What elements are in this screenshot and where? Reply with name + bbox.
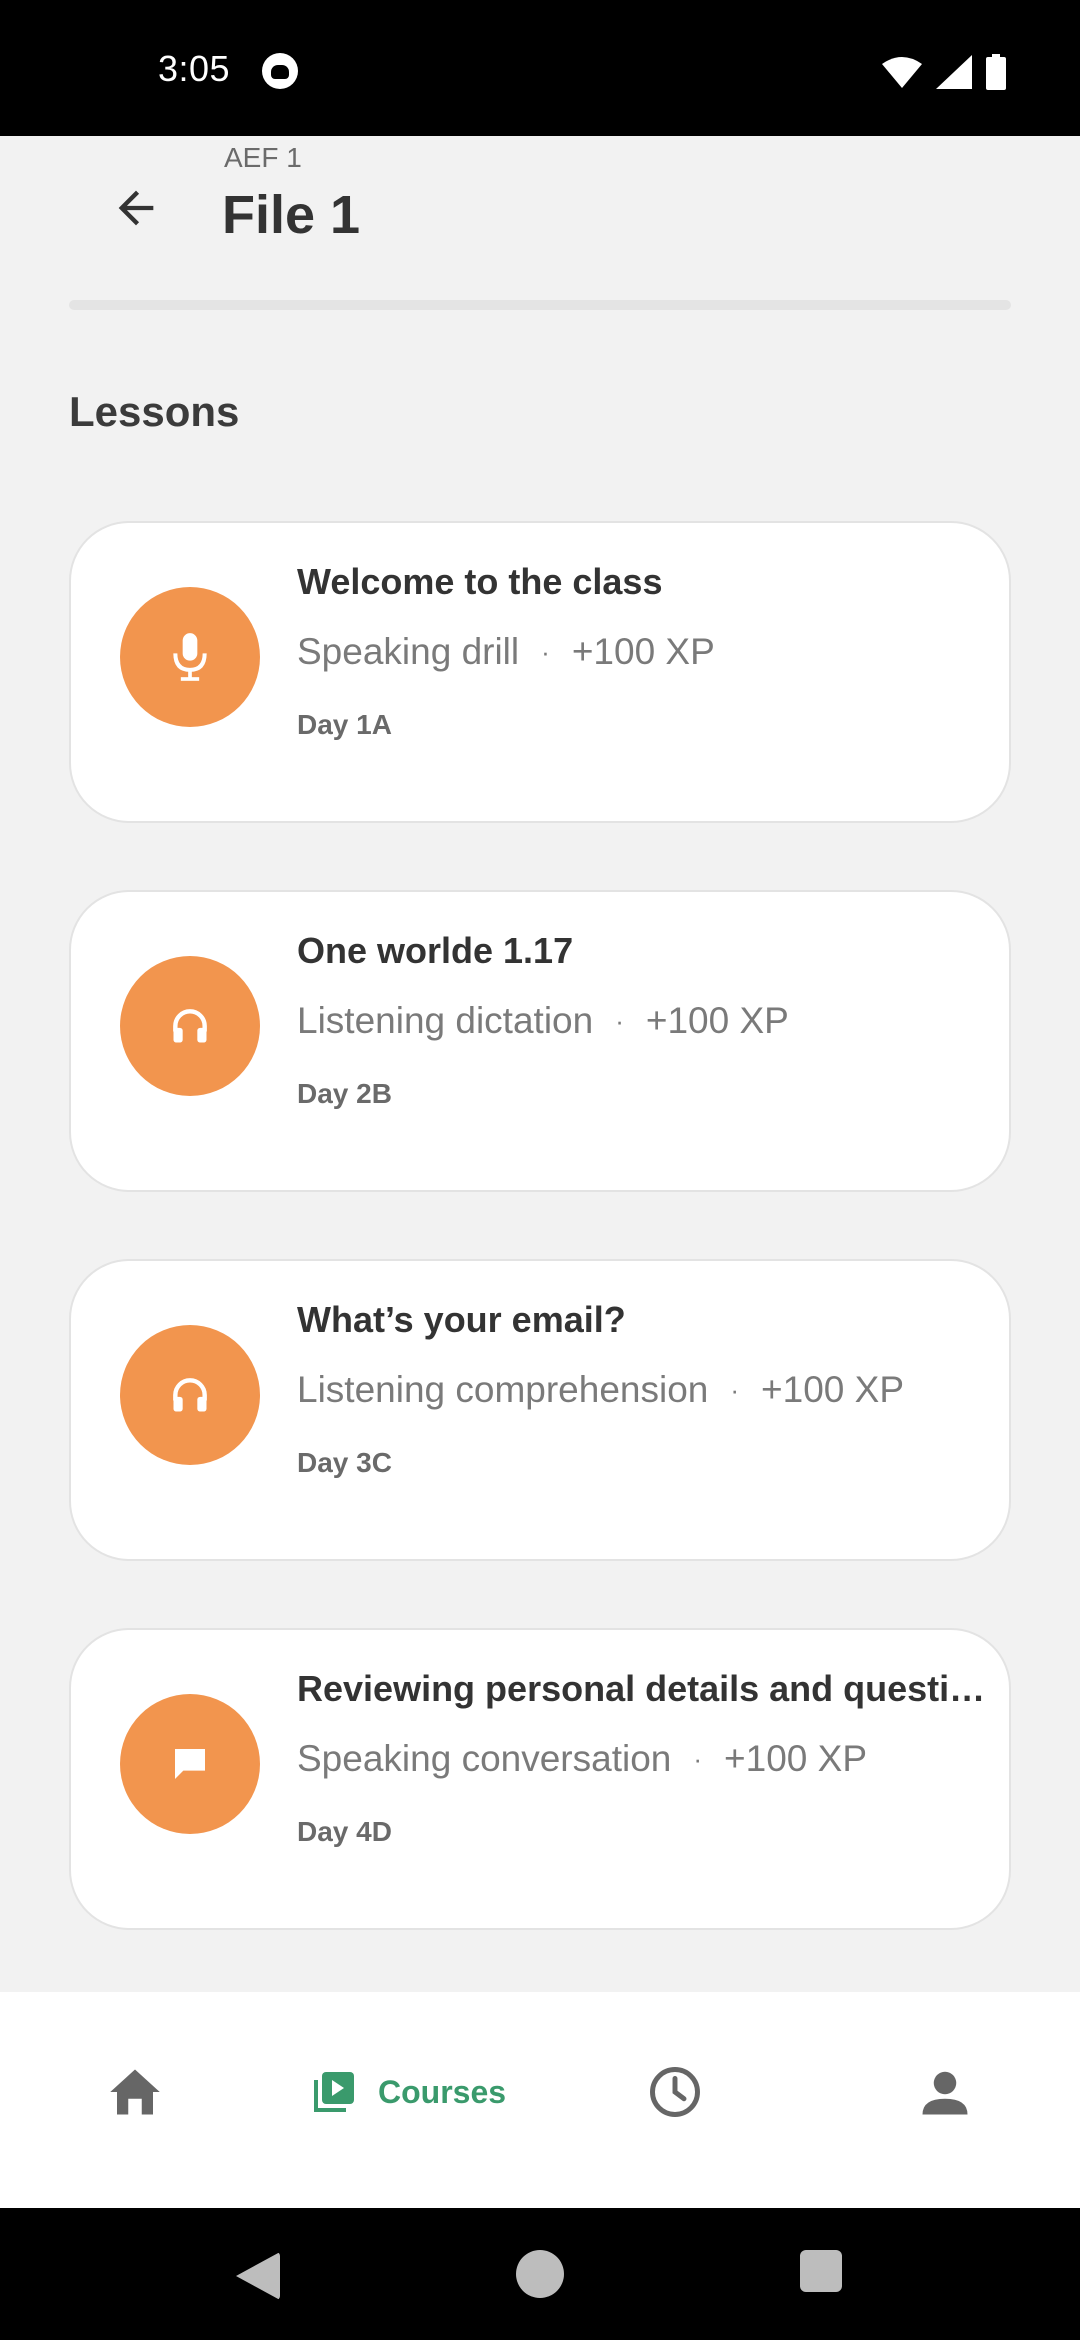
meta-separator: ·	[693, 1743, 703, 1774]
wifi-icon	[882, 57, 922, 88]
nav-history[interactable]	[648, 2062, 702, 2122]
lesson-meta: Speaking drill · +100 XP	[297, 631, 715, 673]
lesson-type: Speaking conversation	[297, 1738, 672, 1779]
bottom-navigation: Courses	[0, 1992, 1080, 2208]
battery-icon	[986, 54, 1006, 90]
lesson-title: What’s your email?	[297, 1299, 626, 1340]
system-navigation-bar	[0, 2208, 1080, 2340]
nav-profile[interactable]	[918, 2062, 972, 2122]
lesson-title: One worlde 1.17	[297, 930, 574, 971]
lesson-icon-badge	[120, 587, 260, 727]
lesson-title: Reviewing personal details and questions	[297, 1668, 987, 1709]
status-bar: 3:05	[0, 0, 1080, 136]
chat-bubble-icon	[175, 1749, 205, 1779]
clock-icon	[650, 2067, 700, 2117]
nav-home[interactable]	[108, 2062, 162, 2122]
lesson-meta: Speaking conversation · +100 XP	[297, 1738, 867, 1780]
header: AEF 1 File 1	[0, 136, 1080, 316]
lesson-xp: +100 XP	[571, 631, 715, 672]
lesson-icon-badge	[120, 1694, 260, 1834]
lesson-meta: Listening dictation · +100 XP	[297, 1000, 789, 1042]
progress-divider	[69, 300, 1011, 310]
lesson-icon-badge	[120, 956, 260, 1096]
lessons-heading: Lessons	[69, 388, 240, 435]
lesson-type: Speaking drill	[297, 631, 520, 672]
meta-separator: ·	[730, 1374, 740, 1405]
lesson-xp: +100 XP	[761, 1369, 905, 1410]
lesson-day: Day 2B	[297, 1078, 392, 1109]
lesson-card[interactable]: One worlde 1.17 Listening dictation · +1…	[69, 890, 1011, 1192]
meta-separator: ·	[615, 1005, 624, 1036]
nav-courses-label: Courses	[378, 2073, 507, 2110]
lesson-xp: +100 XP	[724, 1738, 868, 1779]
page-title: File 1	[222, 185, 361, 245]
courses-icon	[314, 2072, 354, 2112]
status-icons	[882, 54, 1006, 90]
system-recents-icon[interactable]	[800, 2250, 842, 2292]
lesson-day: Day 3C	[297, 1447, 392, 1478]
lesson-day: Day 4D	[297, 1816, 392, 1847]
lesson-card[interactable]: Reviewing personal details and questions…	[69, 1628, 1011, 1930]
meta-separator: ·	[541, 636, 550, 667]
microphone-icon	[173, 633, 207, 681]
app-notification-icon	[262, 53, 298, 89]
lesson-title: Welcome to the class	[297, 561, 663, 602]
home-icon	[110, 2069, 160, 2115]
lesson-card[interactable]: Welcome to the class Speaking drill · +1…	[69, 521, 1011, 823]
lesson-icon-badge	[120, 1325, 260, 1465]
lesson-day: Day 1A	[297, 709, 392, 740]
lesson-meta: Listening comprehension · +100 XP	[297, 1369, 904, 1411]
profile-icon	[922, 2071, 968, 2115]
system-back-icon[interactable]	[236, 2252, 280, 2300]
lesson-card[interactable]: What’s your email? Listening comprehensi…	[69, 1259, 1011, 1561]
signal-icon	[936, 55, 972, 89]
arrow-left-icon	[118, 190, 154, 226]
headphones-icon	[173, 1009, 207, 1043]
status-time: 3:05	[158, 48, 231, 89]
lesson-xp: +100 XP	[645, 1000, 789, 1041]
lesson-type: Listening dictation	[297, 1000, 594, 1041]
course-subtitle: AEF 1	[224, 142, 302, 173]
nav-courses[interactable]: Courses	[310, 2062, 506, 2122]
system-home-icon[interactable]	[516, 2250, 564, 2298]
back-button[interactable]	[96, 168, 176, 248]
lesson-type: Listening comprehension	[297, 1369, 709, 1410]
headphones-icon	[173, 1378, 207, 1412]
